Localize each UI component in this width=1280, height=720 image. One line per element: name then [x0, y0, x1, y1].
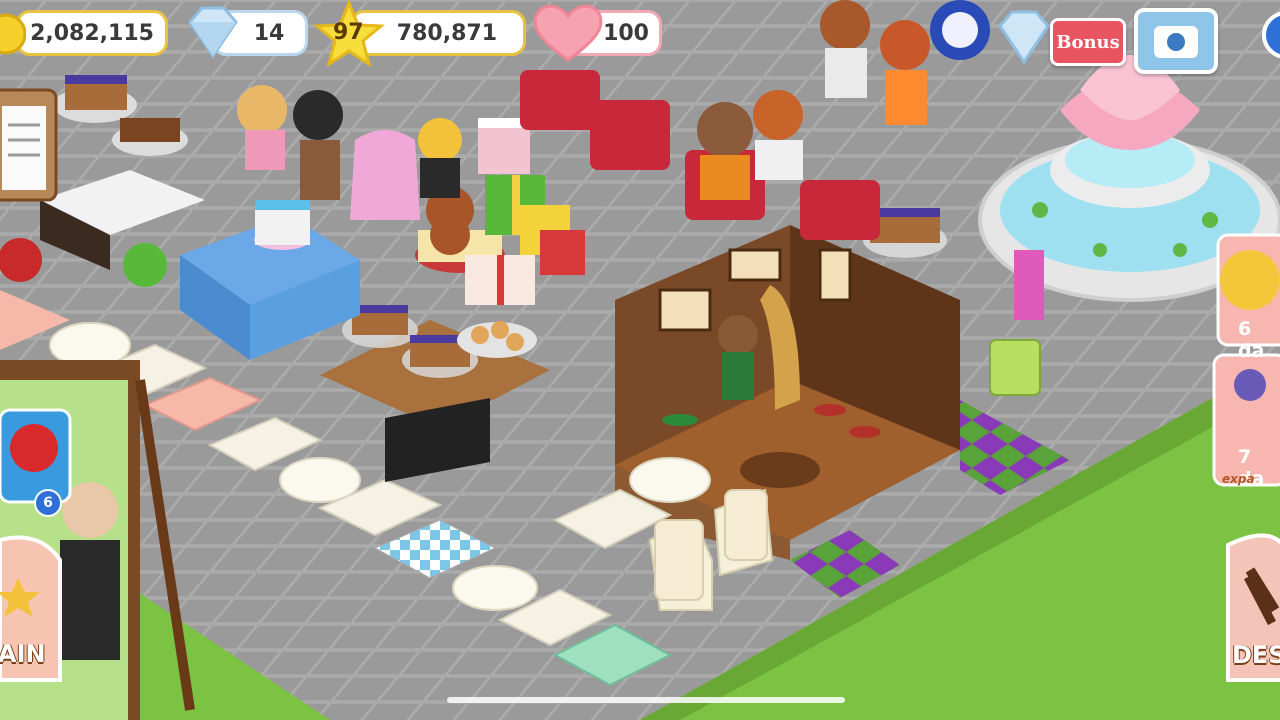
clipboard-icon: [0, 88, 58, 202]
home-indicator: [447, 697, 845, 703]
menu-icon[interactable]: [1258, 10, 1280, 60]
design-button[interactable]: DES: [1226, 545, 1280, 685]
coin-icon: [0, 13, 26, 55]
coins-counter[interactable]: 2,082,115: [16, 10, 168, 56]
gem-icon: [188, 6, 238, 59]
main-label: AIN: [0, 640, 46, 668]
experience-value: 780,871: [396, 20, 497, 46]
bonus-button[interactable]: Bonus: [1050, 18, 1126, 66]
main-button[interactable]: AIN: [0, 540, 60, 680]
heart-icon: [533, 4, 603, 62]
coins-value: 2,082,115: [30, 20, 154, 46]
level-value: 97: [333, 20, 364, 45]
bonus-label: Bonus: [1056, 31, 1120, 53]
design-label: DES: [1232, 641, 1280, 669]
spatula-icon: [1244, 574, 1276, 626]
offer-caption: expa: [1222, 472, 1255, 486]
hearts-value: 100: [603, 20, 649, 46]
offer-timer-1[interactable]: 6 da: [1238, 318, 1280, 362]
notification-badge: 6: [34, 489, 62, 517]
phone-button[interactable]: [1134, 8, 1218, 74]
phone-icon: [1154, 26, 1198, 58]
game-scene[interactable]: [0, 0, 1280, 720]
